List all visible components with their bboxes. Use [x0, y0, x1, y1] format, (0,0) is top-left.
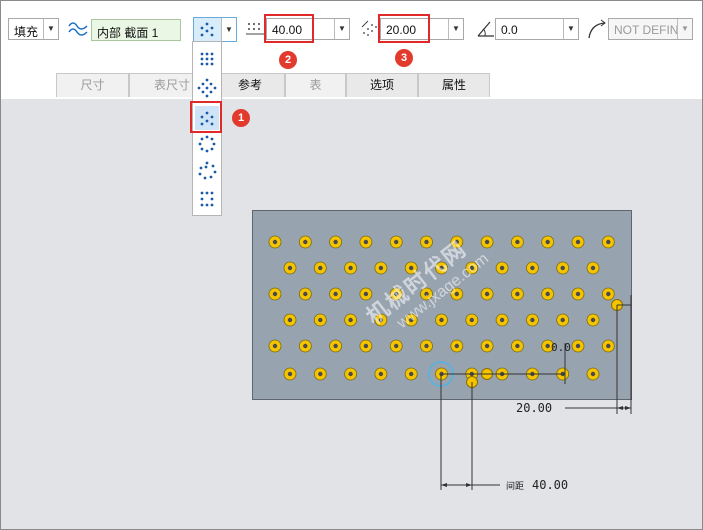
dimension-lines	[440, 295, 632, 490]
dimension-40[interactable]: 40.00	[532, 478, 568, 492]
highlight-box-1	[190, 101, 222, 133]
dimension-angle[interactable]: 0.0	[551, 341, 571, 354]
dimension-20[interactable]: 20.00	[516, 401, 552, 415]
spacing-label: 间距	[506, 481, 525, 491]
highlight-box-2	[264, 14, 314, 43]
highlight-box-3	[378, 14, 430, 43]
callout-badge-2: 2	[279, 51, 297, 69]
callout-badge-3: 3	[395, 49, 413, 67]
callout-badge-1: 1	[232, 109, 250, 127]
